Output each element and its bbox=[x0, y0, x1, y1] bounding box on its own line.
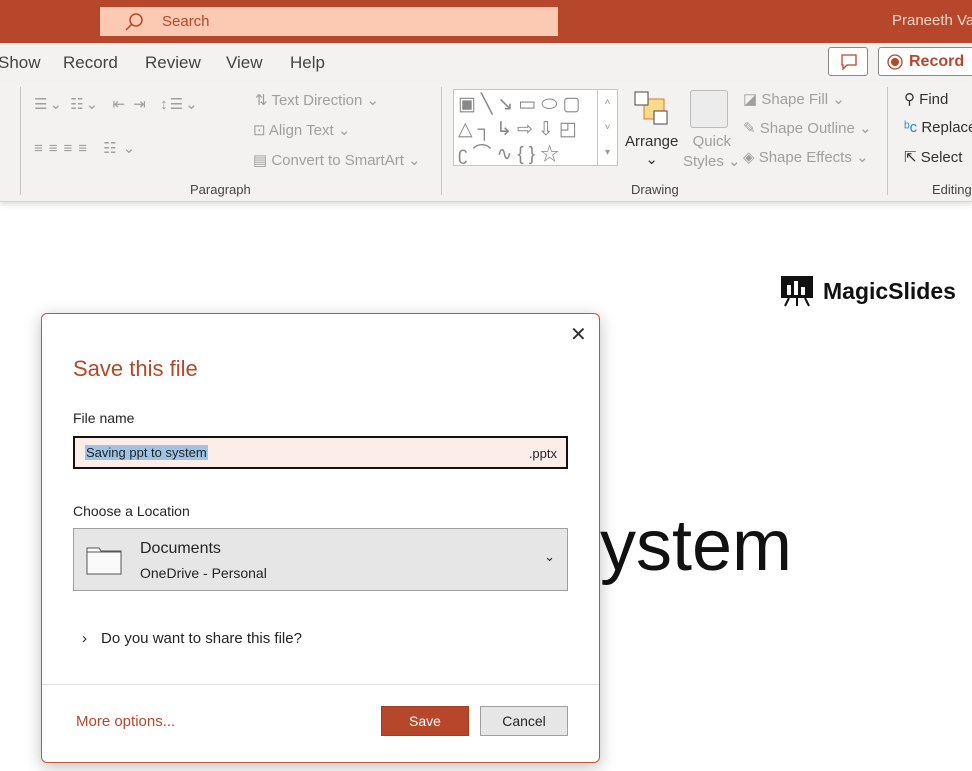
slide-title[interactable]: ystem bbox=[600, 505, 792, 587]
dialog-title: Save this file bbox=[73, 356, 198, 381]
divider bbox=[42, 684, 599, 685]
file-name-input[interactable]: Saving ppt to system .pptx bbox=[73, 436, 568, 469]
chevron-down-icon: ⌄ bbox=[544, 549, 555, 564]
tab-record[interactable]: Record bbox=[63, 53, 118, 73]
arrange-button[interactable]: Arrange ⌄ bbox=[625, 133, 678, 168]
tab-view[interactable]: View bbox=[226, 53, 263, 73]
save-dialog: ✕ Save this file File name Saving ppt to… bbox=[41, 313, 600, 763]
replace-icon: ᵇc bbox=[904, 119, 918, 136]
align-text-button[interactable]: ⊡ Align Text ⌄ bbox=[253, 121, 350, 139]
title-bar: Search Praneeth Varma bbox=[0, 0, 972, 43]
tab-help[interactable]: Help bbox=[290, 53, 325, 73]
group-label-drawing: Drawing bbox=[631, 182, 679, 197]
shape-fill-button[interactable]: ◪ Shape Fill ⌄ bbox=[743, 90, 845, 108]
save-button[interactable]: Save bbox=[381, 706, 469, 736]
find-icon: ⚲ bbox=[904, 91, 915, 108]
comment-icon bbox=[841, 54, 857, 71]
chevron-right-icon: › bbox=[82, 630, 87, 647]
user-name[interactable]: Praneeth Varma bbox=[892, 12, 972, 29]
folder-icon bbox=[86, 547, 122, 575]
share-toggle[interactable]: › Do you want to share this file? bbox=[82, 630, 302, 647]
record-icon bbox=[887, 53, 903, 70]
convert-smartart-button[interactable]: ▤ Convert to SmartArt ⌄ bbox=[253, 151, 421, 169]
presentation-board-icon bbox=[781, 276, 813, 307]
cursor-icon: ⇱ bbox=[904, 149, 917, 166]
more-options-link[interactable]: More options... bbox=[76, 713, 175, 730]
group-label-paragraph: Paragraph bbox=[190, 182, 251, 197]
menu-bar: Show Record Review View Help Record bbox=[0, 43, 972, 81]
ribbon: ☰⌄ ☷⌄ ⇤ ⇥ ↕☰⌄ ≡≡≡≡ ☷⌄ ⇅ Text Direction ⌄… bbox=[0, 81, 972, 202]
file-name-value: Saving ppt to system bbox=[85, 445, 208, 460]
magicslides-logo: MagicSlides bbox=[780, 275, 956, 307]
cancel-button[interactable]: Cancel bbox=[480, 706, 568, 736]
location-label: Choose a Location bbox=[73, 503, 190, 519]
location-dropdown[interactable]: Documents OneDrive - Personal ⌄ bbox=[73, 528, 568, 591]
tab-slideshow[interactable]: Show bbox=[0, 53, 41, 73]
quick-styles-button[interactable]: Quick Styles ⌄ bbox=[683, 132, 741, 172]
shape-icons[interactable]: ▣╲↘▭⬭▢ △┐↳⇨⇩◰ ʗ⌒∿{}☆ bbox=[458, 92, 598, 167]
file-name-label: File name bbox=[73, 410, 135, 426]
text-direction-button[interactable]: ⇅ Text Direction ⌄ bbox=[255, 91, 379, 109]
arrange-icon bbox=[634, 91, 670, 132]
replace-button[interactable]: ᵇc Replace bbox=[904, 119, 972, 136]
location-sub: OneDrive - Personal bbox=[140, 565, 267, 581]
search-placeholder: Search bbox=[162, 13, 210, 30]
shape-effects-button[interactable]: ◈ Shape Effects ⌄ bbox=[743, 148, 869, 166]
file-extension: .pptx bbox=[528, 446, 557, 461]
align-buttons[interactable]: ≡≡≡≡ ☷⌄ bbox=[34, 139, 141, 157]
group-label-editing: Editing bbox=[932, 182, 972, 197]
find-button[interactable]: ⚲ Find bbox=[904, 90, 948, 108]
record-label: Record bbox=[909, 52, 965, 70]
location-name: Documents bbox=[140, 540, 221, 557]
search-icon bbox=[125, 12, 143, 31]
select-button[interactable]: ⇱ Select bbox=[904, 148, 962, 166]
shape-outline-button[interactable]: ✎ Shape Outline ⌄ bbox=[743, 119, 872, 137]
shapes-gallery[interactable]: ▣╲↘▭⬭▢ △┐↳⇨⇩◰ ʗ⌒∿{}☆ ˄ ˅ ▾ bbox=[453, 89, 618, 166]
close-icon[interactable]: ✕ bbox=[570, 322, 587, 347]
tab-review[interactable]: Review bbox=[145, 53, 201, 73]
search-box[interactable]: Search bbox=[100, 7, 558, 36]
quick-styles-icon bbox=[690, 90, 728, 128]
comments-button[interactable] bbox=[828, 47, 868, 76]
record-button[interactable]: Record bbox=[878, 47, 972, 76]
bullets-button[interactable]: ☰⌄ ☷⌄ ⇤ ⇥ ↕☰⌄ bbox=[34, 95, 200, 113]
gallery-scroll[interactable]: ˄ ˅ ▾ bbox=[597, 90, 617, 165]
